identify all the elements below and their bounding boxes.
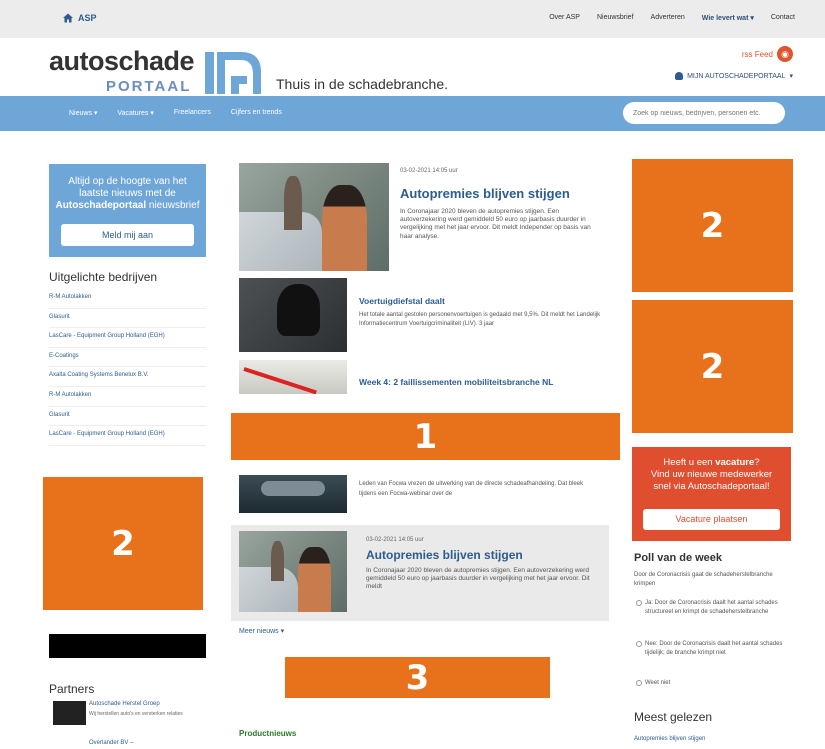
home-label: ASP (78, 13, 97, 23)
radio-button[interactable] (636, 600, 642, 606)
article-image[interactable] (239, 531, 347, 612)
featured-company-link[interactable]: LasCare - Equipment Group Holland (EGH) (49, 426, 206, 446)
newsletter-line2: laatste nieuws met de (79, 188, 176, 199)
product-news-title: Productnieuws (239, 729, 297, 738)
logo-word[interactable]: autoschade (49, 46, 195, 77)
home-link[interactable]: ASP (62, 12, 97, 24)
top-link-contact[interactable]: Contact (771, 14, 795, 22)
partner-item[interactable]: Autoschade Herstel Groep Wij herstellen … (49, 701, 206, 731)
radio-button[interactable] (636, 680, 642, 686)
account-menu[interactable]: MIJN AUTOSCHADEPORTAAL ▾ (675, 72, 793, 80)
featured-company-link[interactable]: Glasurit (49, 407, 206, 427)
vacancy-line3: snel via Autoschadeportaal! (653, 481, 770, 492)
article-image[interactable] (239, 360, 347, 394)
nav-item-cijfers[interactable]: Cijfers en trends (231, 109, 282, 117)
poll-title: Poll van de week (634, 552, 723, 564)
featured-company-link[interactable]: R-M Autolakken (49, 387, 206, 407)
account-label: MIJN AUTOSCHADEPORTAAL (687, 72, 786, 80)
logo-sub[interactable]: PORTAAL (106, 78, 191, 95)
site-header: autoschade PORTAAL Thuis in de schadebra… (0, 38, 825, 96)
post-vacancy-button[interactable]: Vacature plaatsen (643, 509, 780, 530)
partner-logo (53, 701, 86, 725)
article-image[interactable] (239, 475, 347, 513)
article-excerpt: Leden van Focwa vrezen de uitwerking van… (359, 481, 584, 497)
article-excerpt: Het totale aantal gestolen personenvoert… (359, 312, 601, 327)
newsletter-signup-button[interactable]: Meld mij aan (61, 224, 194, 246)
top-link-over-asp[interactable]: Over ASP (549, 14, 580, 22)
vacancy-suffix: ? (754, 457, 760, 468)
article-title[interactable]: Week 4: 2 faillissementen mobiliteitsbra… (359, 377, 553, 387)
ad-slot-right-top[interactable]: 2 (632, 159, 793, 292)
vacancy-box: Heeft u een vacature? Vind uw nieuwe med… (632, 447, 791, 541)
featured-company-link[interactable]: Axalta Coating Systems Benelux B.V. (49, 367, 206, 387)
vacancy-keyword: vacature (715, 457, 755, 468)
logo-mark-icon[interactable] (205, 48, 265, 96)
ad-slot-right-mid[interactable]: 2 (632, 300, 793, 433)
article-title[interactable]: Autopremies blijven stijgen (366, 548, 523, 562)
featured-companies-list: R-M Autolakken Glasurit LasCare - Equipm… (49, 289, 206, 446)
poll-option-label: Ja: Door de Coronacrisis daalt het aanta… (645, 600, 778, 615)
article-excerpt: In Coronajaar 2020 bleven de autopremies… (400, 208, 591, 240)
top-link-wie-levert-wat[interactable]: Wie levert wat ▾ (702, 14, 754, 22)
most-read-item[interactable]: Autopremies blijven stijgen (634, 736, 705, 742)
newsletter-line3: Autoschadeportaal nieuwsbrief (49, 200, 206, 212)
poll-option-label: Nee: Door de Coronacrisis daalt het aant… (645, 641, 783, 656)
black-banner[interactable] (49, 634, 206, 658)
ad-slot-left[interactable]: 2 (43, 477, 203, 610)
article-title[interactable]: Voertuigdiefstal daalt (359, 296, 445, 306)
search-input[interactable] (623, 102, 785, 124)
nav-item-vacatures[interactable]: Vacatures ▾ (117, 109, 153, 117)
nav-item-freelancers[interactable]: Freelancers (174, 109, 211, 117)
ad-slot-center-1[interactable]: 1 (231, 413, 620, 460)
vacancy-prefix: Heeft u een (663, 457, 716, 468)
top-link-adverteren[interactable]: Adverteren (651, 14, 685, 22)
partner-item[interactable]: Overlander BV – (49, 740, 206, 749)
top-link-nieuwsbrief[interactable]: Nieuwsbrief (597, 14, 634, 22)
article-image[interactable] (239, 278, 347, 352)
featured-companies-title: Uitgelichte bedrijven (49, 270, 158, 284)
most-read-title: Meest gelezen (634, 710, 713, 724)
featured-company-link[interactable]: Glasurit (49, 309, 206, 329)
tagline: Thuis in de schadebranche. (276, 76, 448, 92)
article-date: 03-02-2021 14:05 uur (400, 168, 458, 174)
featured-company-link[interactable]: R-M Autolakken (49, 289, 206, 309)
featured-company-link[interactable]: LasCare - Equipment Group Holland (EGH) (49, 328, 206, 348)
vacancy-line1: Heeft u een vacature? (632, 457, 791, 469)
newsletter-brand: Autoschadeportaal (55, 200, 147, 211)
partner-name[interactable]: Autoschade Herstel Groep (89, 701, 160, 707)
article-image[interactable] (239, 163, 389, 271)
top-nav: Over ASP Nieuwsbrief Adverteren Wie leve… (549, 14, 795, 22)
newsletter-suffix: nieuwsbrief (146, 200, 200, 211)
nav-item-nieuws[interactable]: Nieuws ▾ (69, 109, 97, 117)
partner-name[interactable]: Overlander BV – (89, 740, 133, 746)
rss-icon: ◉ (777, 46, 793, 62)
newsletter-box: Altijd op de hoogte van het laatste nieu… (49, 164, 206, 257)
rss-feed-link[interactable]: rss Feed ◉ (742, 46, 793, 62)
home-icon (63, 13, 73, 23)
top-bar: ASP Over ASP Nieuwsbrief Adverteren Wie … (0, 0, 825, 38)
vacancy-line2: Vind uw nieuwe medewerker (650, 469, 773, 480)
user-icon (675, 72, 684, 80)
partner-desc: Wij herstellen auto's en versterken rela… (89, 711, 183, 717)
poll-option-label: Weet niet (645, 680, 671, 686)
poll-option[interactable]: Weet niet (634, 679, 784, 688)
more-news-link[interactable]: Meer nieuws ▾ (239, 627, 284, 635)
article-title[interactable]: Autopremies blijven stijgen (400, 186, 570, 201)
article-date: 03-02-2021 14:05 uur (366, 537, 424, 543)
rss-label: rss Feed (741, 49, 773, 59)
article-excerpt: In Coronajaar 2020 bleven de autopremies… (366, 567, 590, 591)
poll-option[interactable]: Nee: Door de Coronacrisis daalt het aant… (634, 640, 784, 658)
poll-question: Door de Coronacrisis gaat de schadeherst… (634, 572, 773, 587)
ad-slot-center-3[interactable]: 3 (285, 657, 550, 698)
partners-title: Partners (49, 682, 95, 696)
poll-option[interactable]: Ja: Door de Coronacrisis daalt het aanta… (634, 599, 784, 617)
chevron-down-icon: ▾ (789, 73, 793, 80)
featured-company-link[interactable]: E-Coatings (49, 348, 206, 368)
newsletter-line1: Altijd op de hoogte van het (68, 176, 187, 187)
radio-button[interactable] (636, 641, 642, 647)
main-nav: Nieuws ▾ Vacatures ▾ Freelancers Cijfers… (0, 96, 825, 131)
